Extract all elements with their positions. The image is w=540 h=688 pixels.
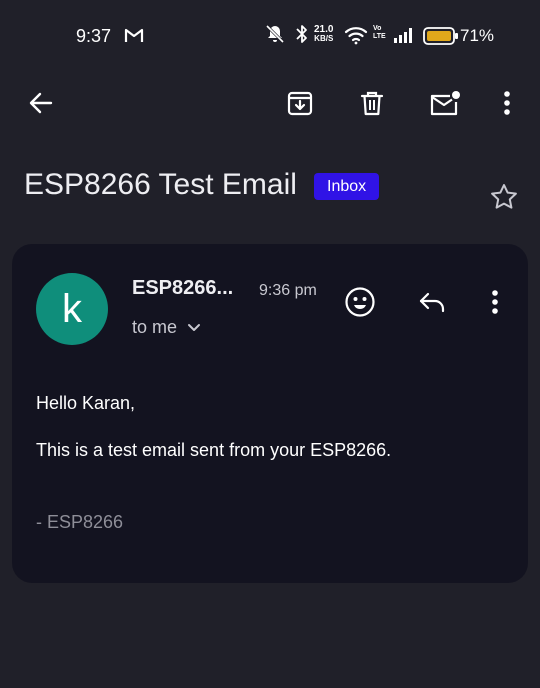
email-greeting: Hello Karan, xyxy=(36,393,136,413)
inbox-label-badge[interactable]: Inbox xyxy=(314,173,380,200)
battery-percent: 71% xyxy=(460,26,495,45)
back-button[interactable] xyxy=(19,83,63,127)
email-signature: - ESP8266 xyxy=(36,512,124,532)
message-more-button[interactable] xyxy=(473,282,517,326)
react-emoji-button[interactable] xyxy=(338,282,382,326)
mark-unread-button[interactable] xyxy=(422,83,466,127)
recipient-label: to me xyxy=(132,317,178,337)
more-vert-icon xyxy=(491,289,499,320)
mute-icon xyxy=(264,24,286,49)
delete-button[interactable] xyxy=(350,83,394,127)
sender-name[interactable]: ESP8266... xyxy=(132,277,233,300)
recipient-details-toggle[interactable]: to me xyxy=(132,317,201,338)
volte-bottom: LTE xyxy=(373,33,386,40)
bluetooth-icon xyxy=(295,24,309,49)
wifi-icon xyxy=(344,25,368,50)
signal-icon xyxy=(393,27,415,49)
back-arrow-icon xyxy=(27,89,55,122)
network-speed-value: 21.0 xyxy=(314,24,334,35)
network-speed-unit: KB/S xyxy=(314,34,334,43)
reply-icon xyxy=(417,289,447,320)
archive-icon xyxy=(286,89,314,122)
battery-icon xyxy=(423,27,459,50)
chevron-down-icon xyxy=(187,317,201,338)
email-subject: ESP8266 Test Email xyxy=(24,168,297,201)
mark-unread-icon xyxy=(428,89,460,122)
more-vert-icon xyxy=(503,90,511,121)
emoji-icon xyxy=(344,286,376,323)
gmail-notification-icon xyxy=(124,27,144,48)
volte-top: Vo xyxy=(373,25,382,32)
star-icon xyxy=(489,182,519,217)
star-button[interactable] xyxy=(482,177,526,221)
sender-avatar[interactable]: k xyxy=(36,273,108,345)
network-speed: 21.0 KB/S xyxy=(314,24,334,44)
more-options-button[interactable] xyxy=(485,83,529,127)
delete-icon xyxy=(358,89,386,122)
volte-indicator: Vo LTE xyxy=(373,25,386,41)
status-time: 9:37 xyxy=(76,26,112,46)
archive-button[interactable] xyxy=(278,83,322,127)
sent-time: 9:36 pm xyxy=(259,282,317,299)
reply-button[interactable] xyxy=(410,282,454,326)
email-body: This is a test email sent from your ESP8… xyxy=(36,440,392,460)
